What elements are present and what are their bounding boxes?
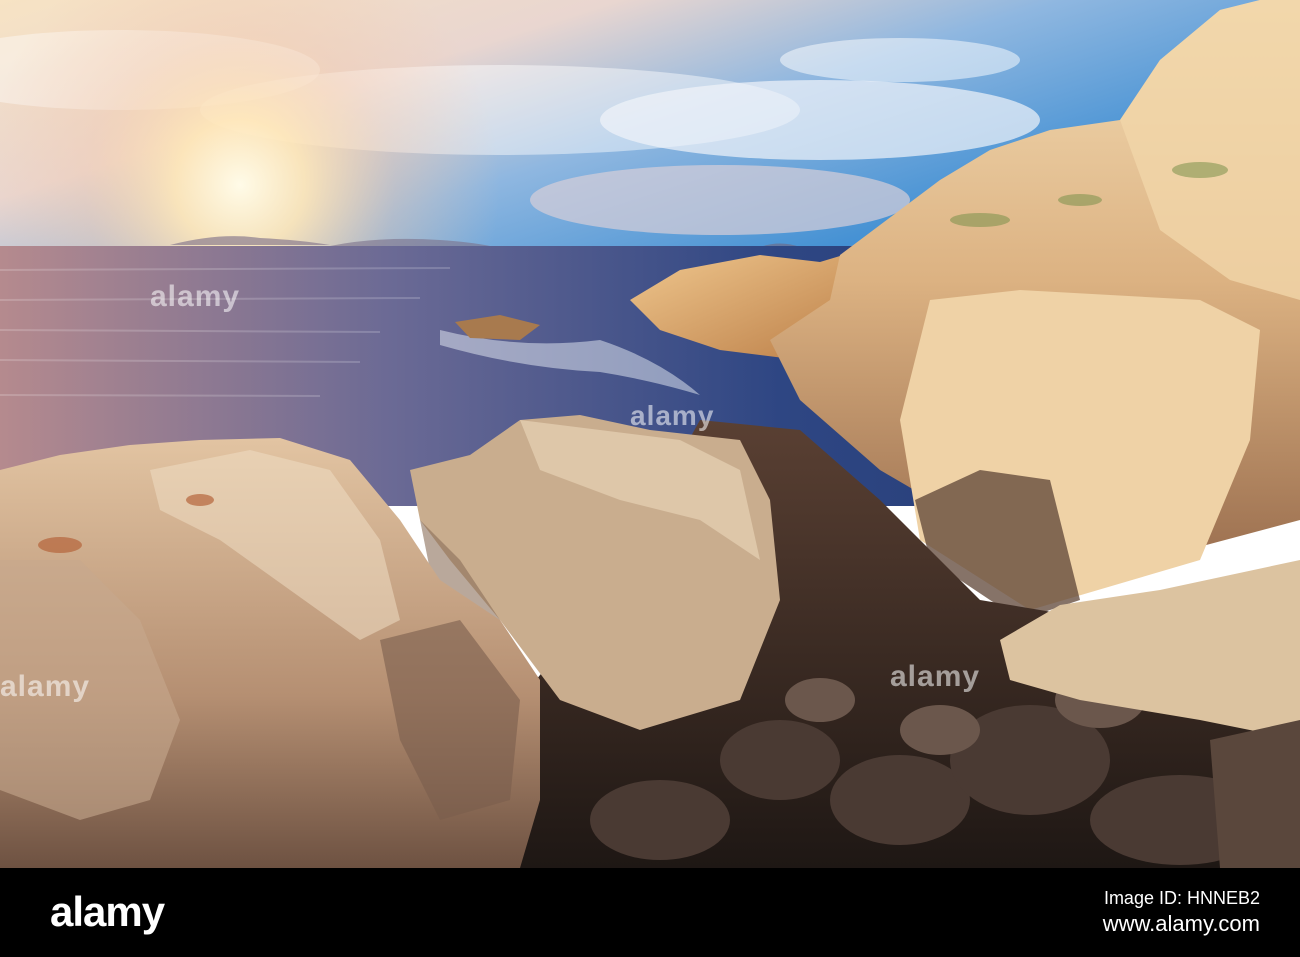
- footer-bar: alamy Image ID: HNNEB2 www.alamy.com: [0, 868, 1300, 957]
- alamy-logo[interactable]: alamy: [50, 886, 165, 938]
- photo-illustration: [0, 0, 1300, 868]
- image-id: Image ID: HNNEB2: [1103, 888, 1260, 908]
- coastal-sunset-photo: alamy alamy alamy alamy: [0, 0, 1300, 868]
- site-url[interactable]: www.alamy.com: [1103, 910, 1260, 938]
- image-meta: Image ID: HNNEB2 www.alamy.com: [1103, 886, 1260, 938]
- stock-photo-page: alamy alamy alamy alamy alamy Image ID: …: [0, 0, 1300, 957]
